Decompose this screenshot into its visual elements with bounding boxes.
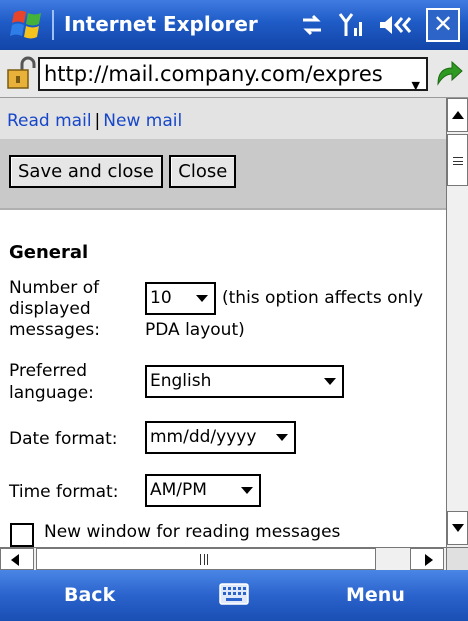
mail-links-bar: Read mail | New mail — [0, 98, 446, 140]
close-button[interactable]: Close — [169, 155, 237, 188]
url-input[interactable]: http://mail.company.com/expres ▼ — [38, 57, 428, 91]
link-separator: | — [94, 111, 101, 131]
scroll-down-button[interactable] — [447, 511, 468, 545]
close-window-button[interactable]: ✕ — [426, 8, 460, 42]
volume-icon[interactable] — [378, 10, 414, 40]
new-window-label: New window for reading messages — [44, 522, 341, 542]
lock-icon — [7, 56, 36, 89]
url-text: http://mail.company.com/expres — [44, 62, 383, 86]
save-and-close-button[interactable]: Save and close — [9, 155, 163, 188]
keyboard-icon[interactable] — [219, 583, 249, 605]
chevron-down-icon — [196, 295, 208, 302]
new-window-checkbox[interactable] — [10, 523, 34, 547]
signal-icon[interactable] — [338, 10, 366, 40]
time-format-select[interactable]: AM/PM — [145, 474, 261, 507]
menu-softkey[interactable]: Menu — [346, 584, 405, 606]
action-bar: Save and close Close — [0, 140, 446, 210]
arrow-down-icon — [452, 524, 464, 532]
new-mail-link[interactable]: New mail — [103, 111, 182, 131]
title-bar: Internet Explorer ✕ — [0, 0, 468, 50]
num-messages-label-3: messages: — [9, 320, 100, 340]
num-messages-note-1: (this option affects only — [222, 288, 424, 308]
grip-icon — [200, 554, 208, 565]
web-content: Read mail | New mail Save and close Close … — [0, 98, 446, 547]
options-form: General Number of displayed messages: 10… — [0, 210, 446, 547]
arrow-right-icon — [425, 554, 433, 566]
softkey-bar: Back Menu — [0, 570, 468, 621]
language-value: English — [150, 371, 212, 391]
date-format-label: Date format: — [9, 429, 118, 449]
chevron-down-icon — [241, 487, 253, 494]
scroll-left-button[interactable] — [0, 548, 34, 570]
go-arrow-icon[interactable] — [432, 58, 464, 90]
date-format-value: mm/dd/yyyy — [150, 427, 257, 447]
back-softkey[interactable]: Back — [64, 584, 115, 606]
vertical-scroll-thumb[interactable] — [447, 134, 468, 186]
horizontal-scroll-thumb[interactable] — [36, 548, 376, 570]
url-dropdown-icon[interactable]: ▼ — [412, 71, 420, 89]
time-format-value: AM/PM — [150, 480, 207, 500]
connectivity-icon[interactable] — [300, 10, 324, 40]
language-label-2: language: — [9, 383, 94, 403]
read-mail-link[interactable]: Read mail — [7, 111, 92, 131]
vertical-scrollbar[interactable] — [446, 98, 468, 547]
title-separator — [52, 10, 54, 40]
windows-start-icon[interactable] — [8, 7, 48, 43]
num-messages-select[interactable]: 10 — [145, 282, 216, 315]
arrow-left-icon — [11, 554, 19, 566]
arrow-up-icon — [452, 111, 464, 119]
app-title: Internet Explorer — [64, 12, 258, 36]
num-messages-value: 10 — [150, 288, 172, 308]
date-format-select[interactable]: mm/dd/yyyy — [145, 421, 296, 454]
chevron-down-icon — [276, 434, 288, 441]
scroll-right-button[interactable] — [410, 548, 444, 570]
chevron-down-icon — [324, 378, 336, 385]
num-messages-label-1: Number of — [9, 278, 100, 298]
scrollbar-corner — [446, 547, 468, 570]
time-format-label: Time format: — [9, 482, 119, 502]
num-messages-label-2: displayed — [9, 299, 91, 319]
address-bar: http://mail.company.com/expres ▼ — [0, 50, 468, 98]
language-label-1: Preferred — [9, 361, 88, 381]
section-title-general: General — [9, 242, 89, 263]
horizontal-scrollbar[interactable] — [0, 547, 446, 570]
num-messages-note-2: PDA layout) — [145, 320, 245, 340]
scroll-up-button[interactable] — [447, 98, 468, 132]
grip-icon — [453, 157, 463, 165]
language-select[interactable]: English — [145, 365, 344, 398]
